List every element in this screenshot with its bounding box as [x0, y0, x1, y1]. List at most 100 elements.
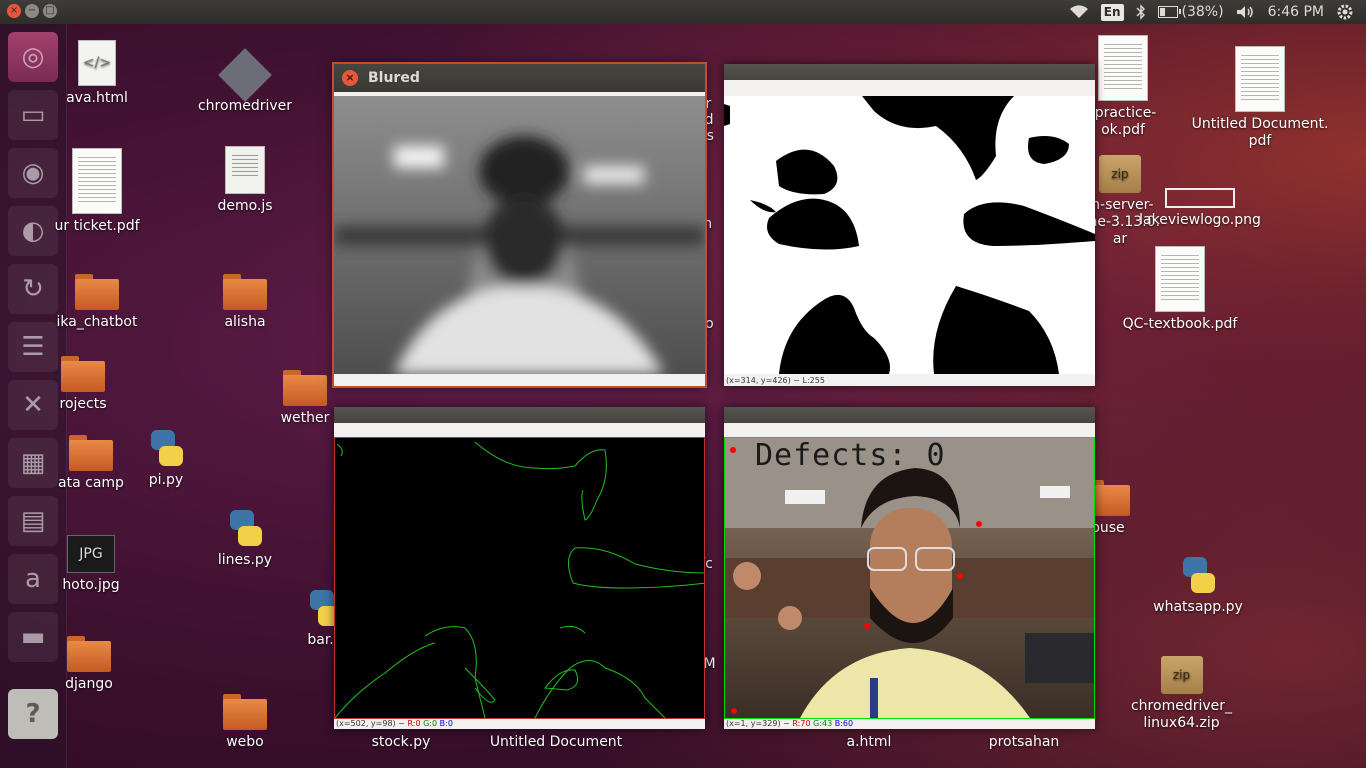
desktop-icon-label: Untitled Document. pdf: [1191, 116, 1329, 149]
status-b: B:0: [439, 719, 453, 728]
desktop-icon[interactable]: chromedriver: [190, 48, 300, 114]
desktop-icon[interactable]: ika_chatbot: [42, 274, 152, 330]
defects-overlay-text: Defects: 0: [755, 438, 946, 473]
desktop-icon[interactable]: pi.py: [111, 428, 221, 488]
desktop-icon-label: alisha: [224, 314, 266, 330]
folder-icon: [67, 636, 111, 672]
close-icon[interactable]: ×: [342, 70, 358, 86]
desktop-icon[interactable]: Untitled Document: [476, 734, 636, 750]
desktop-icon-label: wether: [280, 410, 330, 426]
desktop-icon[interactable]: lines.py: [190, 508, 300, 568]
system-tray: En (38%) 6:46 PM: [1069, 0, 1366, 24]
help-icon[interactable]: ?: [8, 689, 58, 739]
crx-file-icon: [218, 48, 272, 102]
defects-status: (x=1, y=329) ~ R:70 G:43 B:60: [726, 719, 853, 728]
desktop-icon[interactable]: alisha: [190, 274, 300, 330]
zip-file-icon: zip: [1160, 656, 1203, 694]
desktop-icon[interactable]: Untitled Document. pdf: [1185, 46, 1335, 150]
desktop-icon-label: ouse: [1091, 520, 1125, 536]
desktop-icon-label: rojects: [59, 396, 107, 412]
desktop-icon[interactable]: rojects: [28, 356, 138, 412]
window-titlebar[interactable]: [334, 407, 705, 423]
python-file-icon: [226, 508, 264, 548]
desktop-icon-label: ika_chatbot: [56, 314, 138, 330]
clock[interactable]: 6:46 PM: [1268, 4, 1324, 20]
status-b: B:60: [834, 719, 854, 728]
desktop-icon[interactable]: </> ava.html: [42, 40, 152, 106]
folder-icon: [283, 370, 327, 406]
js-file-icon: [225, 146, 265, 194]
folder-icon: [69, 435, 113, 471]
python-file-icon: [147, 428, 185, 468]
window-minimize-button[interactable]: −: [25, 4, 39, 18]
status-coords: (x=502, y=98) ~: [336, 719, 405, 728]
desktop-icon[interactable]: webo: [190, 694, 300, 750]
pdf-file-icon: [72, 148, 122, 214]
desktop-icon-label: pi.py: [148, 472, 184, 488]
desktop-icon[interactable]: whatsapp.py: [1143, 555, 1253, 615]
threshold-status: (x=314, y=426) ~ L:255: [726, 376, 825, 385]
blured-window[interactable]: × Blured: [334, 64, 705, 386]
battery-percent: (38%): [1181, 4, 1224, 20]
bluetooth-icon[interactable]: [1136, 4, 1146, 20]
html-file-icon: </>: [78, 40, 116, 86]
desktop-icon-label: django: [65, 676, 113, 692]
settings-gear-icon[interactable]: [1336, 3, 1354, 21]
desktop-icon[interactable]: zip chromedriver_ linux64.zip: [1124, 656, 1239, 732]
desktop-icon-label: ava.html: [66, 90, 128, 106]
threshold-window[interactable]: (x=314, y=426) ~ L:255: [724, 64, 1095, 386]
status-g: G:43: [813, 719, 833, 728]
status-coords: (x=1, y=329) ~: [726, 719, 790, 728]
status-r: R:0: [407, 719, 421, 728]
desktop-icon-label: ur ticket.pdf: [54, 218, 140, 234]
desktop-icon-label: lines.py: [217, 552, 273, 568]
keyboard-lang-icon[interactable]: En: [1100, 3, 1124, 21]
defects-window[interactable]: Defects: 0 (x=1, y=329) ~ R:70 G:43 B:60: [724, 407, 1095, 729]
defects-camera-frame: Defects: 0: [724, 437, 1095, 719]
contours-window[interactable]: (x=502, y=98) ~ R:0 G:0 B:0: [334, 407, 705, 729]
volume-icon[interactable]: [1236, 5, 1256, 19]
pdf-file-icon: [1098, 35, 1148, 101]
window-titlebar[interactable]: × Blured: [334, 64, 705, 92]
desktop-icon-label: QC-textbook.pdf: [1122, 316, 1238, 332]
battery-indicator[interactable]: (38%): [1157, 4, 1224, 20]
contours-status: (x=502, y=98) ~ R:0 G:0 B:0: [336, 719, 453, 728]
window-title: Blured: [368, 70, 420, 86]
folder-icon: [75, 274, 119, 310]
wifi-icon[interactable]: [1069, 5, 1089, 19]
desktop-icon-label: demo.js: [217, 198, 273, 214]
desktop-icon[interactable]: JPG hoto.jpg: [36, 535, 146, 593]
blurred-camera-frame: [334, 96, 705, 374]
top-panel: × − □ En (38%) 6:46 PM: [0, 0, 1366, 24]
folder-icon: [223, 694, 267, 730]
png-file-icon: [1165, 188, 1235, 208]
desktop-icon-label: whatsapp.py: [1153, 599, 1243, 615]
desktop-icon-label: lakeviewlogo.png: [1139, 212, 1261, 228]
desktop-icon-label: hoto.jpg: [62, 577, 120, 593]
status-g: G:0: [423, 719, 438, 728]
battery-fill: [1159, 8, 1166, 16]
folder-icon: [223, 274, 267, 310]
status-r: R:70: [792, 719, 811, 728]
desktop-icon-label: stock.py: [371, 734, 431, 750]
window-close-button[interactable]: ×: [7, 4, 21, 18]
desktop-icon[interactable]: QC-textbook.pdf: [1120, 246, 1240, 332]
window-maximize-button[interactable]: □: [43, 4, 57, 18]
window-titlebar[interactable]: [724, 64, 1095, 80]
pdf-file-icon: [1155, 246, 1205, 312]
desktop-icon-label: chromedriver_ linux64.zip: [1130, 698, 1233, 731]
desktop-icon[interactable]: a.html: [814, 734, 924, 750]
folder-icon: [61, 356, 105, 392]
desktop-icon[interactable]: protsahan: [969, 734, 1079, 750]
window-titlebar[interactable]: [724, 407, 1095, 423]
desktop-icon-label: Untitled Document: [489, 734, 623, 750]
desktop-icon[interactable]: demo.js: [190, 146, 300, 214]
desktop-icon[interactable]: ur ticket.pdf: [42, 148, 152, 234]
desktop-icon[interactable]: django: [34, 636, 144, 692]
desktop-icon[interactable]: lakeviewlogo.png: [1125, 188, 1275, 228]
pdf-file-icon: [1235, 46, 1285, 112]
desktop-icon[interactable]: stock.py: [346, 734, 456, 750]
clock-time: 6:46 PM: [1267, 4, 1324, 20]
desktop-icon-label: -practice- ok.pdf: [1089, 105, 1157, 138]
python-file-icon: [1179, 555, 1217, 595]
